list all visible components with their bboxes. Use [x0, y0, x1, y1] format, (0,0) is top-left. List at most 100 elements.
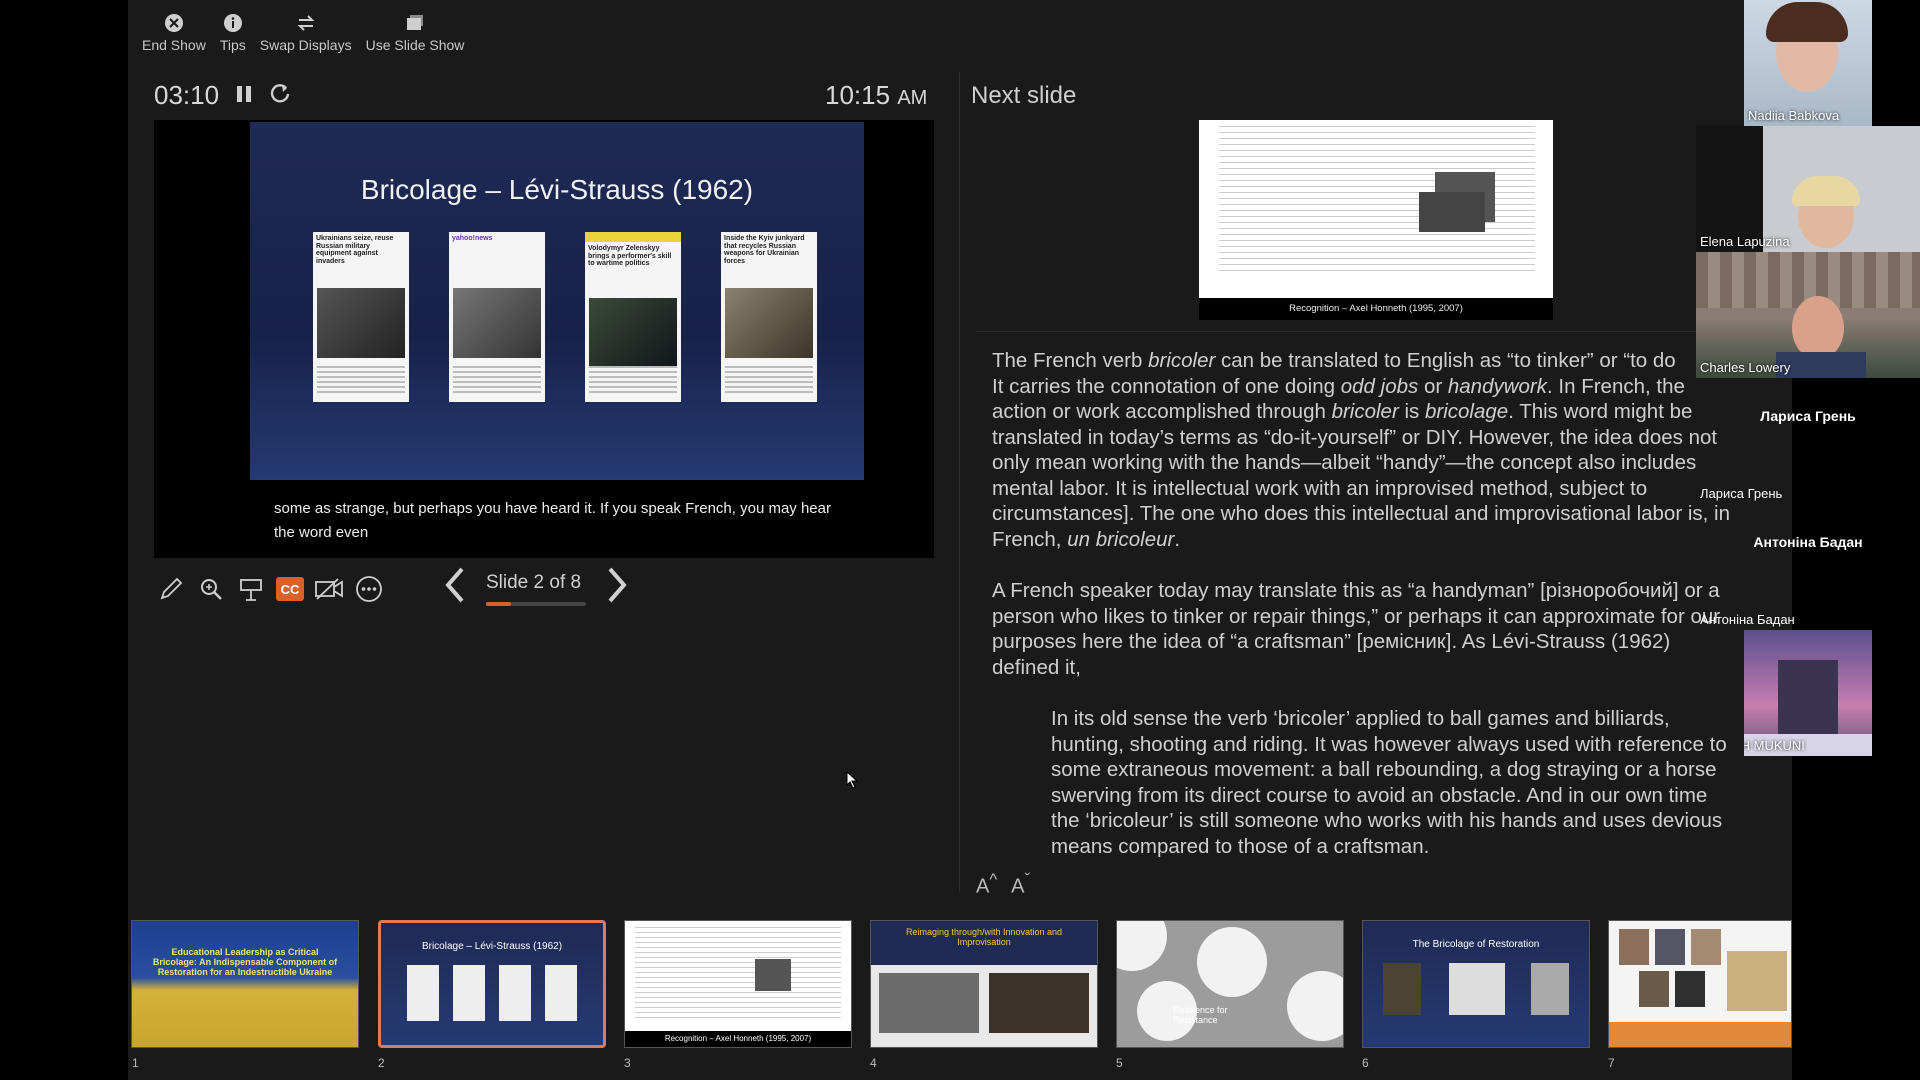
notes-line: circumstances]. The one who does this in… — [992, 502, 1730, 525]
filmstrip-number: 3 — [624, 1056, 631, 1070]
pane-divider[interactable] — [959, 72, 960, 892]
notes-line: mental labor. It is intellectual work wi… — [992, 476, 1648, 500]
live-caption: some as strange, but perhaps you have he… — [274, 500, 831, 541]
filmstrip-slide-1[interactable]: Educational Leadership as Critical Brico… — [131, 920, 359, 1048]
article-headline: Inside the Kyiv junkyard that recycles R… — [724, 235, 805, 266]
slideshow-icon — [404, 12, 426, 34]
close-circle-icon — [163, 12, 185, 34]
article-photo — [317, 288, 405, 358]
clock-ampm: AM — [897, 87, 928, 109]
mouse-cursor-icon — [846, 770, 859, 794]
article-headline: Ukrainians seize, reuse Russian military… — [316, 235, 394, 266]
notes-paragraph: The French verb bricoler can be translat… — [992, 348, 1732, 552]
filmstrip-slide-7[interactable] — [1608, 920, 1792, 1048]
filmstrip-slide-6[interactable]: The Bricolage of Restoration — [1362, 920, 1590, 1048]
article-headline: Volodymyr Zelenskyy brings a performer's… — [588, 245, 672, 268]
notes-line: The French verb bricoler can be translat… — [992, 349, 1676, 372]
article-image: Ukrainians seize, reuse Russian military… — [313, 232, 409, 402]
filmstrip-slide-2[interactable]: Bricolage – Lévi-Strauss (1962) — [378, 920, 606, 1048]
use-slide-show-button[interactable]: Use Slide Show — [365, 12, 465, 53]
filmstrip-slide-title: Recognition – Axel Honneth (1995, 2007) — [625, 1031, 851, 1047]
filmstrip-slide-5[interactable]: Resilience for Resistance — [1116, 920, 1344, 1048]
speaker-notes[interactable]: The French verb bricoler can be translat… — [992, 348, 1732, 885]
notes-divider[interactable] — [976, 331, 1696, 332]
filmstrip-number: 4 — [870, 1056, 877, 1070]
next-slide-preview[interactable]: Recognition – Axel Honneth (1995, 2007) — [1199, 120, 1553, 320]
filmstrip-slide-title: Resilience for Resistance — [1173, 1005, 1228, 1025]
participant-display-name: Лариса Грень — [1760, 408, 1856, 424]
use-slide-show-label: Use Slide Show — [365, 37, 465, 53]
captions-button[interactable]: CC — [276, 577, 304, 601]
filmstrip-slide-title: The Bricolage of Restoration — [1412, 939, 1540, 950]
notes-line: person who likes to tinker or repair thi… — [992, 604, 1721, 628]
filmstrip-slide-3[interactable]: Recognition – Axel Honneth (1995, 2007) — [624, 920, 852, 1048]
notes-line: swerving from its direct course to avoid… — [1051, 783, 1708, 807]
notes-line: only mean working with the hands—albeit … — [992, 451, 1697, 474]
more-options-icon[interactable] — [354, 574, 384, 604]
end-show-button[interactable]: End Show — [142, 12, 206, 53]
participant-name: Elena Lapuzina — [1700, 234, 1790, 249]
next-slide-caption: Recognition – Axel Honneth (1995, 2007) — [1199, 298, 1553, 320]
elapsed-time: 03:10 — [154, 80, 220, 110]
notes-line: In its old sense the verb ‘bricoler’ app… — [1051, 707, 1670, 730]
current-time: 10:15 AM — [825, 80, 927, 111]
swap-displays-button[interactable]: Swap Displays — [260, 12, 352, 53]
filmstrip-number: 7 — [1608, 1056, 1615, 1070]
filmstrip-slide-title: Bricolage – Lévi-Strauss (1962) — [421, 941, 563, 952]
filmstrip-number: 1 — [132, 1056, 139, 1070]
swap-displays-label: Swap Displays — [259, 37, 352, 53]
participant-name: Антоніна Бадан — [1700, 612, 1795, 627]
participant-name: Charles Lowery — [1700, 360, 1791, 375]
laser-pointer-icon[interactable] — [236, 574, 266, 604]
slide-article-images: Ukrainians seize, reuse Russian military… — [313, 232, 817, 402]
decrease-font-button[interactable]: Aˇ — [1011, 870, 1030, 899]
slide-progress-fill — [486, 601, 511, 606]
notes-line: French, un bricoleur. — [992, 527, 1181, 551]
clock-time: 10:15 — [825, 80, 891, 110]
filmstrip-slide-4[interactable]: Reimaging through/with Innovation and Im… — [870, 920, 1098, 1048]
presenter-toolbar: End Show Tips Swap Displays Use Slide Sh… — [142, 12, 478, 53]
article-image: Inside the Kyiv junkyard that recycles R… — [721, 232, 817, 402]
slide-tools: CC — [156, 574, 384, 604]
participant-name: Лариса Грень — [1700, 486, 1783, 501]
notes-line: translated in today’s terms as “do-it-yo… — [992, 425, 1718, 449]
info-icon — [222, 12, 244, 34]
pause-icon[interactable] — [235, 80, 253, 111]
participant-video-tile[interactable]: JOSEPH MUKUNI — [1744, 630, 1872, 756]
slide-counter: Slide 2 of 8 — [486, 572, 586, 606]
next-slide-button[interactable] — [606, 566, 628, 611]
notes-line: hunting, shooting and riding. It was how… — [1051, 732, 1727, 756]
presenter-view: End Show Tips Swap Displays Use Slide Sh… — [128, 0, 1792, 1080]
notes-line: purposes here the idea of “a craftsman” … — [992, 630, 1671, 653]
notes-line: action or work accomplished through bric… — [992, 400, 1693, 423]
slide-navigation: Slide 2 of 8 — [444, 566, 628, 611]
participant-video-tile[interactable]: Elena Lapuzina — [1696, 126, 1920, 252]
tips-button[interactable]: Tips — [220, 12, 246, 53]
pen-icon[interactable] — [156, 574, 186, 604]
participant-audio-tile[interactable]: Антоніна Бадан Антоніна Бадан — [1696, 504, 1920, 630]
previous-slide-button[interactable] — [444, 566, 466, 611]
end-show-label: End Show — [142, 37, 206, 53]
increase-font-button[interactable]: A^ — [976, 870, 997, 899]
slide-filmstrip: Educational Leadership as Critical Brico… — [128, 918, 1792, 1070]
article-photo — [453, 288, 541, 358]
filmstrip-number: 5 — [1116, 1056, 1123, 1070]
camera-off-icon[interactable] — [314, 574, 344, 604]
current-slide[interactable]: Bricolage – Lévi-Strauss (1962) Ukrainia… — [154, 120, 934, 558]
notes-block-quote: In its old sense the verb ‘bricoler’ app… — [992, 706, 1732, 859]
article-image: yahoo!news — [449, 232, 545, 402]
participant-audio-tile[interactable]: Лариса Грень Лариса Грень — [1696, 378, 1920, 504]
notes-font-controls: A^ Aˇ — [976, 870, 1030, 899]
zoom-icon[interactable] — [196, 574, 226, 604]
elapsed-timer: 03:10 — [154, 80, 291, 111]
slide-number-label: Slide 2 of 8 — [486, 571, 582, 593]
article-photo — [589, 298, 677, 368]
participant-name: Nadiia Babkova — [1748, 108, 1840, 123]
filmstrip-slide-title: Educational Leadership as Critical Brico… — [152, 947, 338, 977]
participant-video-tile[interactable]: Nadiia Babkova — [1744, 0, 1872, 126]
article-image: Volodymyr Zelenskyy brings a performer's… — [585, 232, 681, 402]
reset-timer-icon[interactable] — [269, 80, 291, 111]
article-headline: yahoo!news — [452, 235, 493, 242]
notes-line: It carries the connotation of one doing … — [992, 374, 1685, 398]
participant-video-tile[interactable]: Charles Lowery — [1696, 252, 1920, 378]
